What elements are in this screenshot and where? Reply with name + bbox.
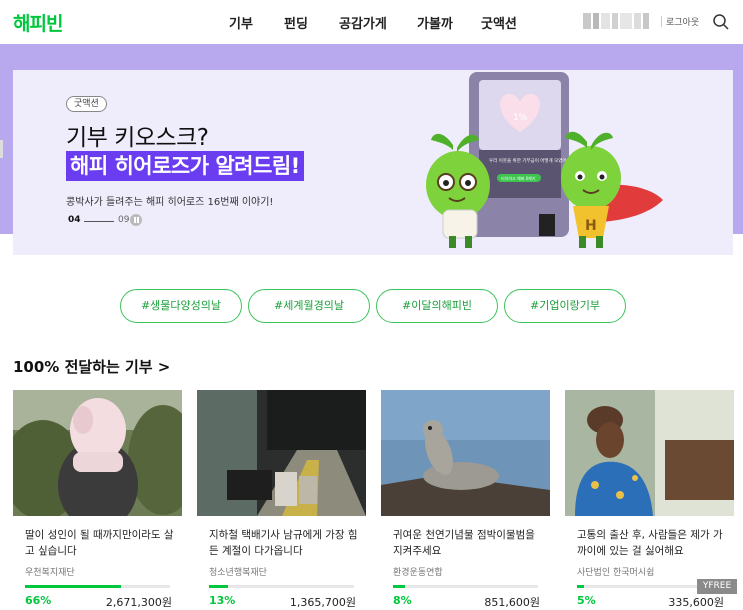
- search-button[interactable]: [711, 12, 731, 32]
- card-amount: 1,365,700원: [289, 596, 356, 609]
- card-organization: 청소년행복재단: [209, 568, 267, 578]
- user-avatar[interactable]: [583, 13, 649, 29]
- nav-item-goodaction[interactable]: 굿액션: [481, 13, 517, 32]
- card-progress-bar: [25, 585, 170, 588]
- card-title: 귀여운 천연기념물 점박이물범을 지켜주세요: [393, 529, 535, 557]
- nav-item-funding[interactable]: 펀딩: [284, 13, 308, 32]
- banner-prev-edge[interactable]: [0, 140, 3, 158]
- pager-total: 09: [118, 215, 130, 225]
- hashtag-monthly[interactable]: #이달의해피빈: [376, 289, 498, 323]
- user-area: 로그아웃: [583, 12, 743, 32]
- banner-title-highlight: 해피 히어로즈가 알려드림!: [66, 151, 304, 181]
- card-title: 딸이 성인이 될 때까지만이라도 살고 싶습니다: [25, 529, 174, 557]
- banner-title: 기부 키오스크?: [66, 125, 209, 151]
- banner-pager: 04 09: [68, 214, 158, 228]
- banner-subtitle: 콩박사가 들려주는 해피 히어로즈 16번째 이야기!: [66, 197, 274, 208]
- screen-text: 우리 이웃을 위한 기부금이 어떻게 모였어요: [489, 157, 571, 164]
- logout-link[interactable]: 로그아웃: [666, 15, 699, 28]
- hashtag-list: #생물다양성의날 #세계월경의날 #이달의해피빈 #기업이랑기부: [0, 289, 743, 323]
- banner-category-tag: 굿액션: [66, 96, 107, 112]
- card-image: [381, 390, 550, 516]
- pager-progress-line: [84, 221, 114, 222]
- svg-text:H: H: [585, 218, 597, 234]
- card-organization: 환경운동연합: [393, 568, 443, 578]
- card-title: 고통의 출산 후, 사람들은 제가 가까이에 있는 걸 싫어해요: [577, 529, 723, 557]
- card-organization: 사단법인 한국머시쉽: [577, 568, 655, 578]
- hashtag-corporate[interactable]: #기업이랑기부: [504, 289, 626, 323]
- pause-icon[interactable]: [130, 214, 142, 226]
- hashtag-biodiversity[interactable]: #생물다양성의날: [120, 289, 242, 323]
- card-organization: 우천복지재단: [25, 568, 75, 578]
- card-image: [13, 390, 182, 516]
- card-amount: 2,671,300원: [105, 596, 172, 609]
- donation-card[interactable]: 고통의 출산 후, 사람들은 제가 가까이에 있는 걸 싫어해요 사단법인 한국…: [565, 390, 734, 610]
- watermark-badge: YFREE: [697, 579, 737, 594]
- donation-card[interactable]: 지하철 택배기사 남규에게 가장 힘든 계절이 다가옵니다 청소년행복재단 13…: [197, 390, 366, 610]
- nav-item-donate[interactable]: 기부: [229, 13, 253, 32]
- top-header: 해피빈 기부 펀딩 공감가게 가볼까 굿액션 로그아웃: [0, 0, 743, 44]
- donation-card[interactable]: 딸이 성인이 될 때까지만이라도 살고 싶습니다 우천복지재단 66% 2,67…: [13, 390, 182, 610]
- section-title-full-delivery[interactable]: 100% 전달하는 기부 >: [13, 356, 170, 377]
- card-amount: 851,600원: [484, 596, 540, 609]
- donation-card[interactable]: 귀여운 천연기념물 점박이물범을 지켜주세요 환경운동연합 8% 851,600…: [381, 390, 550, 610]
- screen-button: 터치하고 해봐 0해기: [501, 175, 536, 181]
- card-image: [565, 390, 734, 516]
- card-image: [197, 390, 366, 516]
- hashtag-menstruation[interactable]: #세계월경의날: [248, 289, 370, 323]
- card-progress-bar: [393, 585, 538, 588]
- pager-current: 04: [68, 215, 81, 225]
- card-amount: 335,600원: [668, 596, 724, 609]
- screen-percent: 1%: [513, 113, 528, 123]
- nav-item-explore[interactable]: 가볼까: [417, 13, 453, 32]
- user-divider: [661, 16, 662, 27]
- kiosk-illustration: 1% 우리 이웃을 위한 기부금이 어떻게 모였어요 터치하고 해봐 0해기 H: [426, 72, 663, 248]
- card-progress-bar: [209, 585, 354, 588]
- card-title: 지하철 택배기사 남규에게 가장 힘든 계절이 다가옵니다: [209, 529, 358, 557]
- nav-item-store[interactable]: 공감가게: [339, 13, 387, 32]
- search-icon: [713, 14, 729, 30]
